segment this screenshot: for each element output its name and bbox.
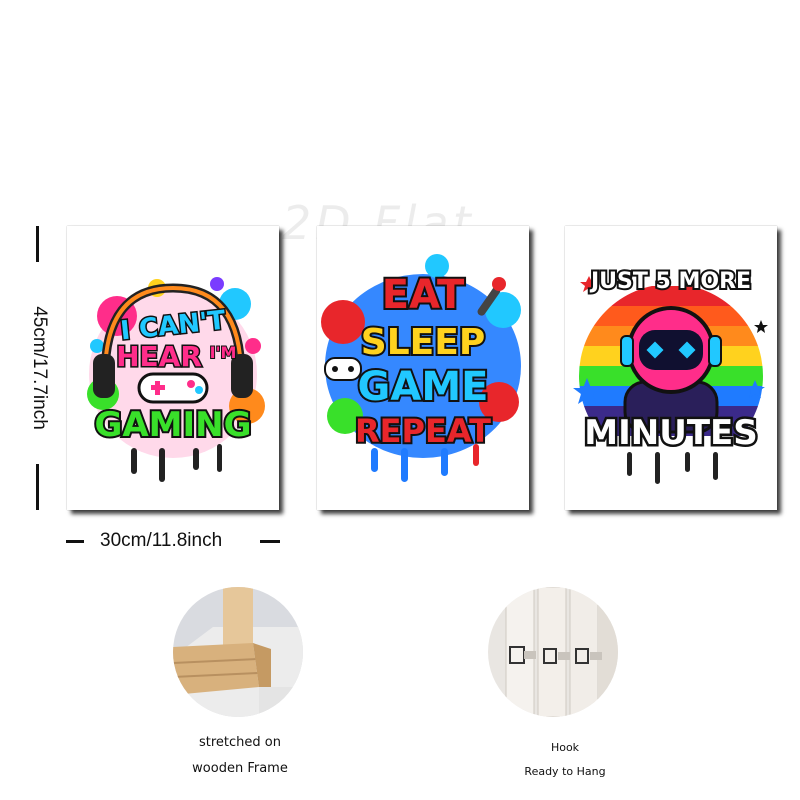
- frame-caption-line-2: wooden Frame: [192, 761, 288, 776]
- canvas-print-five-minutes: JUST 5 MORE MINUTES: [565, 226, 777, 510]
- width-tick-right: [260, 540, 280, 543]
- print-five-minutes-art: JUST 5 MORE MINUTES: [573, 267, 768, 484]
- paint-drip-icon: [627, 452, 718, 484]
- height-dimension: 45cm/17.7inch: [29, 226, 50, 510]
- hook-caption-line-2: Ready to Hang: [524, 765, 606, 778]
- wooden-frame-corner-icon: [173, 587, 303, 717]
- wooden-frame-photo: [173, 587, 303, 717]
- print-eat-sleep-art: EAT SLEEP GAME REPEAT: [321, 254, 521, 482]
- height-label: 45cm/17.7inch: [29, 306, 50, 430]
- print-five-minutes-line-2: MINUTES: [584, 413, 757, 453]
- hook-caption-line-1: Hook: [550, 741, 580, 754]
- print-eat-sleep-line-4: REPEAT: [355, 412, 491, 450]
- frame-caption: stretched on wooden Frame: [178, 730, 302, 782]
- width-dimension: 30cm/11.8inch: [66, 526, 280, 556]
- hanging-hook-icon: [488, 587, 618, 717]
- canvas-print-eat-sleep: EAT SLEEP GAME REPEAT: [317, 226, 529, 510]
- frame-caption-line-1: stretched on: [199, 735, 281, 750]
- print-five-minutes-line-1: JUST 5 MORE: [589, 269, 751, 294]
- canvas-print-gaming: I CAN'T HEAR I'M GAMING: [67, 226, 279, 510]
- print-eat-sleep-line-2: SLEEP: [361, 322, 485, 363]
- width-tick-left: [66, 540, 84, 543]
- width-label: 30cm/11.8inch: [100, 530, 223, 551]
- print-gaming-line-4: GAMING: [94, 405, 251, 445]
- gamepad-icon: [137, 372, 209, 404]
- print-gaming-line-2: HEAR: [116, 340, 202, 373]
- height-tick-bottom: [36, 464, 39, 510]
- print-gaming-art: I CAN'T HEAR I'M GAMING: [87, 277, 265, 482]
- height-tick-top: [36, 226, 39, 262]
- hook-photo: [488, 587, 618, 717]
- gamepad-icon: [324, 357, 362, 381]
- hook-caption: Hook Ready to Hang: [505, 736, 625, 784]
- print-eat-sleep-line-1: EAT: [382, 272, 465, 318]
- print-gaming-line-3: I'M: [210, 343, 237, 362]
- print-eat-sleep-line-3: GAME: [358, 364, 489, 410]
